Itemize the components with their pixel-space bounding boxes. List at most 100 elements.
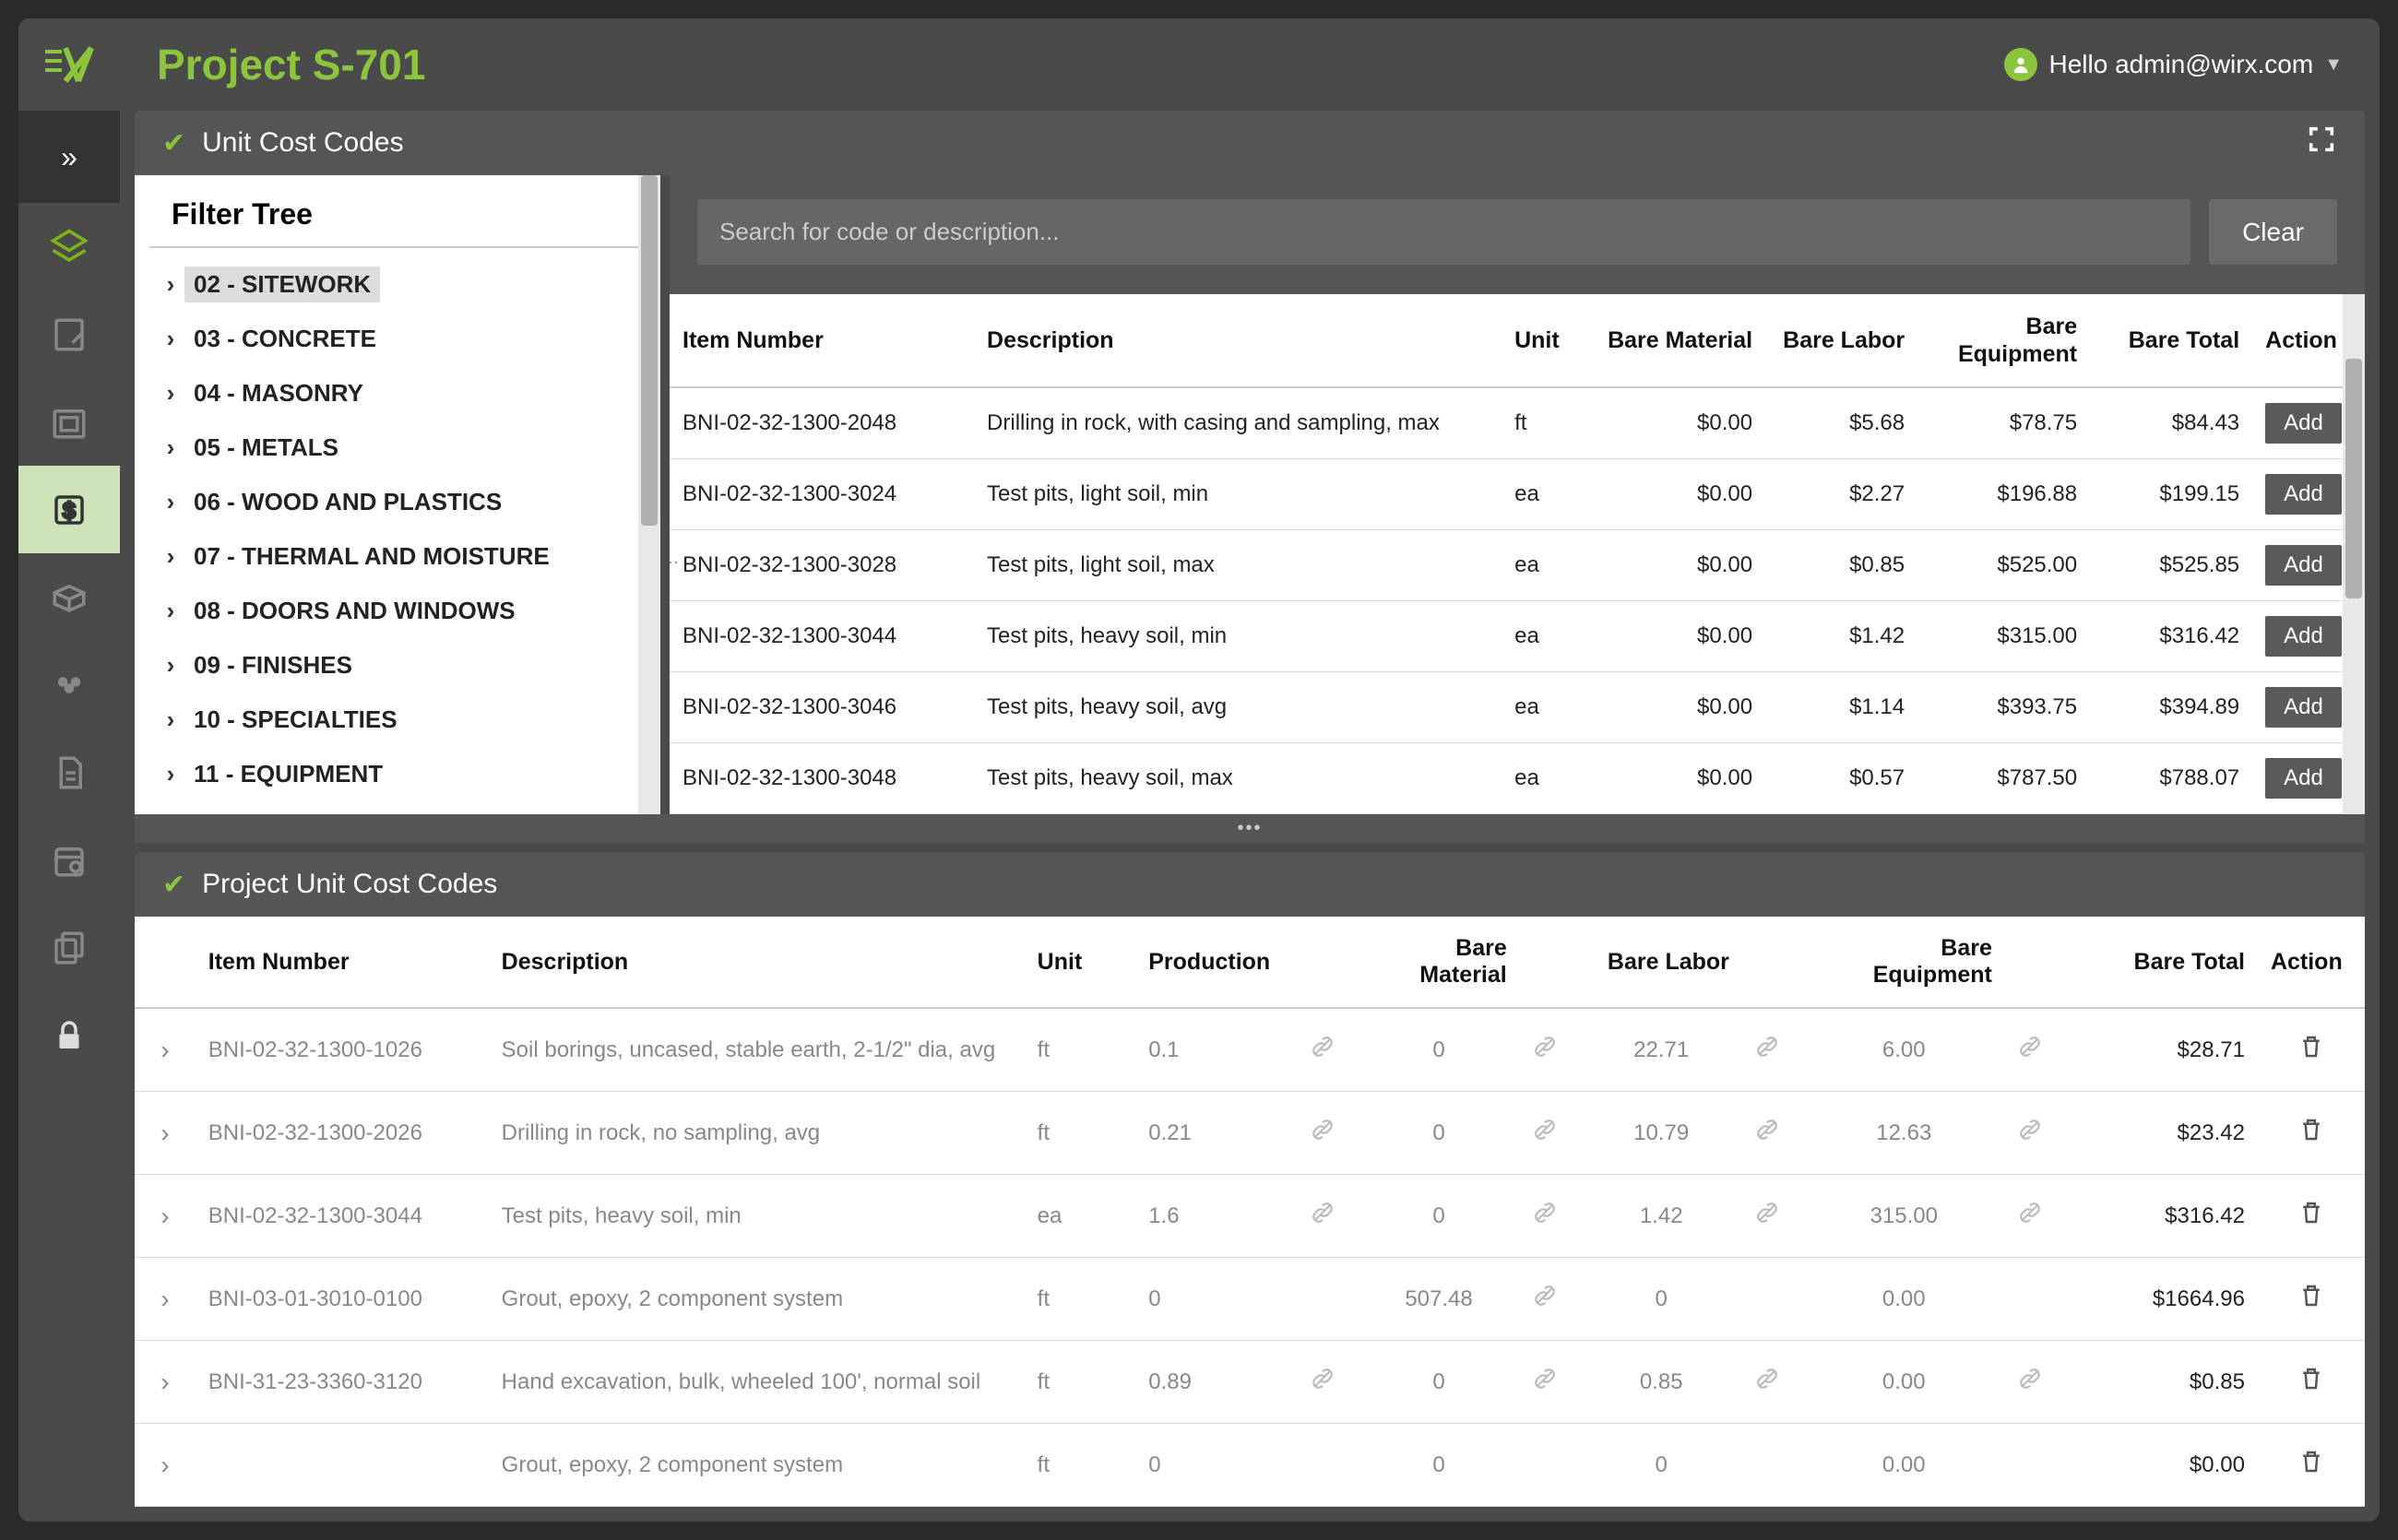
unlink-icon[interactable] bbox=[1533, 1205, 1557, 1230]
filter-tree-item[interactable]: ›11 - EQUIPMENT bbox=[149, 747, 646, 801]
unlink-icon[interactable] bbox=[2018, 1371, 2042, 1396]
expand-row-button[interactable]: › bbox=[135, 1092, 196, 1175]
cell-mat[interactable]: 0 bbox=[1358, 1092, 1519, 1175]
pcol-production[interactable]: Production bbox=[1135, 917, 1297, 1008]
filter-tree-item[interactable]: ›10 - SPECIALTIES bbox=[149, 693, 646, 747]
filter-tree-item[interactable]: ›04 - MASONRY bbox=[149, 366, 646, 421]
fullscreen-icon[interactable] bbox=[2306, 124, 2337, 162]
nav-layers[interactable] bbox=[18, 203, 120, 290]
cell-eq[interactable]: 315.00 bbox=[1803, 1175, 2005, 1258]
filter-tree-item[interactable]: ›02 - SITEWORK bbox=[149, 257, 646, 312]
unlink-icon[interactable] bbox=[1311, 1122, 1335, 1147]
cell-mat[interactable]: 0 bbox=[1358, 1424, 1519, 1507]
expand-row-button[interactable]: › bbox=[135, 1424, 196, 1507]
add-button[interactable]: Add bbox=[2265, 545, 2342, 586]
nav-expand-button[interactable]: » bbox=[18, 111, 120, 203]
cell-mat[interactable]: 0 bbox=[1358, 1341, 1519, 1424]
col-description[interactable]: Description bbox=[974, 294, 1502, 387]
cell-mat[interactable]: 0 bbox=[1358, 1175, 1519, 1258]
user-menu[interactable]: Hello admin@wirx.com ▼ bbox=[2004, 48, 2343, 81]
clear-button[interactable]: Clear bbox=[2209, 199, 2337, 265]
add-button[interactable]: Add bbox=[2265, 758, 2342, 799]
cell-lab[interactable]: 0 bbox=[1581, 1424, 1742, 1507]
pcol-bare-labor[interactable]: Bare Labor bbox=[1581, 917, 1742, 1008]
expand-row-button[interactable]: › bbox=[135, 1341, 196, 1424]
cell-prod[interactable]: 0.21 bbox=[1135, 1092, 1297, 1175]
cell-desc[interactable]: Grout, epoxy, 2 component system bbox=[489, 1258, 1025, 1341]
cell-desc[interactable]: Drilling in rock, no sampling, avg bbox=[489, 1092, 1025, 1175]
filter-tree-item[interactable]: ›09 - FINISHES bbox=[149, 638, 646, 693]
pcol-unit[interactable]: Unit bbox=[1025, 917, 1136, 1008]
cell-eq[interactable]: 0.00 bbox=[1803, 1341, 2005, 1424]
expand-row-button[interactable]: › bbox=[135, 1175, 196, 1258]
filter-tree-item[interactable]: ›08 - DOORS AND WINDOWS bbox=[149, 584, 646, 638]
cell-lab[interactable]: 0.85 bbox=[1581, 1341, 1742, 1424]
cell-eq[interactable]: 0.00 bbox=[1803, 1424, 2005, 1507]
unlink-icon[interactable] bbox=[1755, 1371, 1779, 1396]
drag-handle-icon[interactable]: ⋮ bbox=[670, 554, 681, 571]
delete-button[interactable] bbox=[2297, 1290, 2325, 1315]
filter-tree-item[interactable]: ›05 - METALS bbox=[149, 421, 646, 475]
delete-button[interactable] bbox=[2297, 1456, 2325, 1481]
pcol-action[interactable]: Action bbox=[2258, 917, 2365, 1008]
add-button[interactable]: Add bbox=[2265, 474, 2342, 515]
cell-eq[interactable]: 12.63 bbox=[1803, 1092, 2005, 1175]
cell-lab[interactable]: 10.79 bbox=[1581, 1092, 1742, 1175]
unlink-icon[interactable] bbox=[1755, 1122, 1779, 1147]
add-button[interactable]: Add bbox=[2265, 616, 2342, 657]
nav-team[interactable] bbox=[18, 641, 120, 729]
delete-button[interactable] bbox=[2297, 1124, 2325, 1149]
filter-tree-item[interactable]: ›06 - WOOD AND PLASTICS bbox=[149, 475, 646, 529]
cell-item[interactable]: BNI-02-32-1300-2026 bbox=[196, 1092, 489, 1175]
nav-cost[interactable]: $ bbox=[18, 466, 120, 553]
col-bare-total[interactable]: Bare Total bbox=[2090, 294, 2252, 387]
unlink-icon[interactable] bbox=[1755, 1039, 1779, 1064]
pcol-description[interactable]: Description bbox=[489, 917, 1025, 1008]
nav-brick[interactable] bbox=[18, 553, 120, 641]
pcol-bare-material[interactable]: Bare Material bbox=[1358, 917, 1519, 1008]
pcol-bare-equipment[interactable]: Bare Equipment bbox=[1803, 917, 2005, 1008]
unlink-icon[interactable] bbox=[1533, 1039, 1557, 1064]
cell-prod[interactable]: 0.89 bbox=[1135, 1341, 1297, 1424]
cell-prod[interactable]: 1.6 bbox=[1135, 1175, 1297, 1258]
cell-unit[interactable]: ft bbox=[1025, 1092, 1136, 1175]
search-input[interactable] bbox=[697, 199, 2190, 265]
cell-item[interactable]: BNI-03-01-3010-0100 bbox=[196, 1258, 489, 1341]
col-bare-equipment[interactable]: Bare Equipment bbox=[1917, 294, 2090, 387]
col-item-number[interactable]: Item Number bbox=[670, 294, 974, 387]
delete-button[interactable] bbox=[2297, 1207, 2325, 1232]
cell-desc[interactable]: Soil borings, uncased, stable earth, 2-1… bbox=[489, 1008, 1025, 1092]
cell-eq[interactable]: 0.00 bbox=[1803, 1258, 2005, 1341]
cell-prod[interactable]: 0.1 bbox=[1135, 1008, 1297, 1092]
col-bare-material[interactable]: Bare Material bbox=[1593, 294, 1765, 387]
filter-tree-item[interactable]: ›07 - THERMAL AND MOISTURE bbox=[149, 529, 646, 584]
unlink-icon[interactable] bbox=[1311, 1205, 1335, 1230]
delete-button[interactable] bbox=[2297, 1373, 2325, 1398]
cell-desc[interactable]: Test pits, heavy soil, min bbox=[489, 1175, 1025, 1258]
collapse-toggle[interactable]: ✔ bbox=[162, 127, 185, 160]
add-button[interactable]: Add bbox=[2265, 403, 2342, 444]
cell-unit[interactable]: ft bbox=[1025, 1008, 1136, 1092]
nav-note[interactable] bbox=[18, 290, 120, 378]
cell-unit[interactable]: ft bbox=[1025, 1341, 1136, 1424]
add-button[interactable]: Add bbox=[2265, 687, 2342, 728]
nav-document[interactable] bbox=[18, 729, 120, 816]
unlink-icon[interactable] bbox=[1311, 1039, 1335, 1064]
cell-item[interactable] bbox=[196, 1424, 489, 1507]
unlink-icon[interactable] bbox=[1755, 1205, 1779, 1230]
col-bare-labor[interactable]: Bare Labor bbox=[1765, 294, 1917, 387]
nav-lock[interactable] bbox=[18, 991, 120, 1079]
unlink-icon[interactable] bbox=[2018, 1205, 2042, 1230]
filter-tree-item[interactable]: ›12 - FURNISHINGS bbox=[149, 801, 646, 814]
unlink-icon[interactable] bbox=[2018, 1122, 2042, 1147]
cell-desc[interactable]: Hand excavation, bulk, wheeled 100', nor… bbox=[489, 1341, 1025, 1424]
cell-mat[interactable]: 0 bbox=[1358, 1008, 1519, 1092]
unlink-icon[interactable] bbox=[2018, 1039, 2042, 1064]
grid-scrollbar[interactable] bbox=[2343, 294, 2365, 814]
unlink-icon[interactable] bbox=[1311, 1371, 1335, 1396]
cell-item[interactable]: BNI-31-23-3360-3120 bbox=[196, 1341, 489, 1424]
nav-copy[interactable] bbox=[18, 904, 120, 991]
cell-unit[interactable]: ea bbox=[1025, 1175, 1136, 1258]
pcol-item-number[interactable]: Item Number bbox=[196, 917, 489, 1008]
filter-scrollbar[interactable] bbox=[638, 175, 660, 814]
